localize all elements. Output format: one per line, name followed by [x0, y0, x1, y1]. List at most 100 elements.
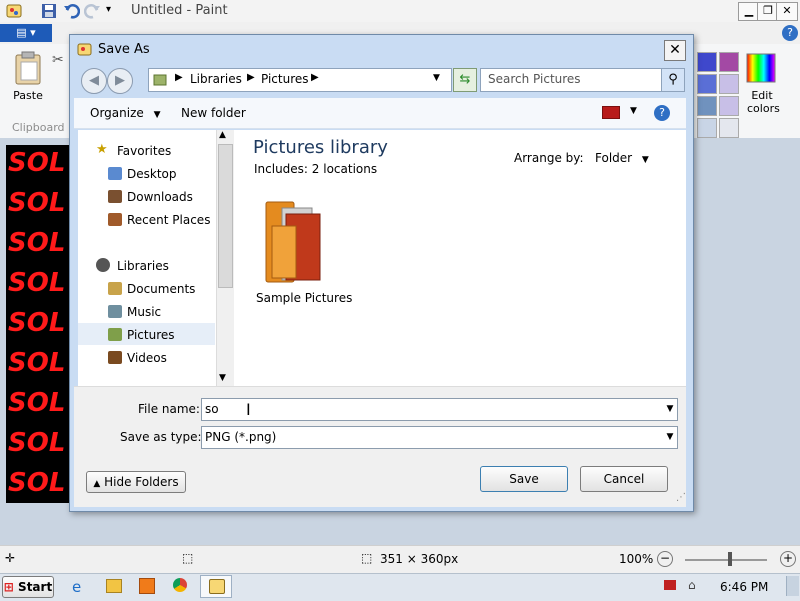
nav-favorites[interactable]: Favorites — [117, 144, 171, 158]
nav-item-pictures[interactable]: Pictures — [127, 328, 175, 342]
arrange-by-dropdown[interactable]: Folder ▼ — [595, 151, 649, 165]
color-swatch[interactable] — [719, 74, 739, 94]
save-as-type-dropdown-icon[interactable]: ▼ — [663, 427, 677, 448]
scroll-down-icon[interactable]: ▼ — [219, 373, 226, 383]
paint-menu-button[interactable]: ▤ ▾ — [0, 24, 52, 42]
scroll-up-icon[interactable]: ▲ — [219, 130, 226, 140]
close-app-button[interactable]: ✕ — [776, 2, 798, 21]
breadcrumb-pictures[interactable]: Pictures — [261, 72, 309, 86]
start-button[interactable]: ⊞ Start — [2, 576, 54, 598]
folder-sample-pictures[interactable] — [258, 196, 338, 288]
organize-button[interactable]: Organize ▼ — [90, 106, 161, 120]
color-swatch[interactable] — [719, 118, 739, 138]
file-name-dropdown-icon[interactable]: ▼ — [663, 399, 677, 420]
paste-button[interactable]: Paste — [8, 50, 48, 106]
desktop-icon — [108, 167, 122, 180]
address-chevron-icon[interactable]: ▶ — [311, 72, 319, 83]
videos-icon — [108, 351, 122, 364]
address-bar[interactable]: ▶ Libraries ▶ Pictures ▶ ▼ — [148, 68, 452, 92]
color-swatch[interactable] — [719, 52, 739, 72]
resize-grip-icon[interactable]: ⋰ — [676, 492, 686, 503]
zoom-slider-track[interactable] — [685, 559, 767, 561]
image-text: SOL — [8, 388, 66, 418]
save-icon[interactable] — [40, 2, 58, 20]
save-button[interactable]: Save — [480, 466, 568, 492]
paste-label: Paste — [13, 89, 43, 102]
color-swatch[interactable] — [719, 96, 739, 116]
cancel-button[interactable]: Cancel — [580, 466, 668, 492]
undo-icon[interactable] — [62, 2, 81, 20]
zoom-slider-thumb[interactable] — [728, 552, 732, 566]
paint-app-icon[interactable] — [5, 2, 23, 20]
nav-item-videos[interactable]: Videos — [127, 351, 167, 365]
nav-item-documents[interactable]: Documents — [127, 282, 195, 296]
nav-item-desktop[interactable]: Desktop — [127, 167, 177, 181]
hide-folders-button[interactable]: ▲ Hide Folders — [86, 471, 186, 493]
clipboard-icon — [15, 51, 41, 85]
hide-folders-label: Hide Folders — [104, 475, 179, 489]
folder-label[interactable]: Sample Pictures — [256, 291, 352, 305]
image-text: SOL — [8, 428, 66, 458]
organize-label: Organize — [90, 106, 144, 120]
chrome-icon[interactable] — [173, 578, 187, 592]
address-dropdown-icon[interactable]: ▼ — [433, 73, 440, 83]
save-as-type-value: PNG (*.png) — [205, 430, 277, 444]
save-as-type-select[interactable]: PNG (*.png) ▼ — [201, 426, 678, 449]
taskbar-paint-button[interactable] — [200, 575, 232, 598]
tray-flag-icon[interactable] — [664, 580, 676, 590]
forward-button[interactable]: ▶ — [107, 68, 133, 94]
color-swatch[interactable] — [697, 118, 717, 138]
downloads-icon — [108, 190, 122, 203]
back-button[interactable]: ◀ — [81, 68, 107, 94]
media-player-icon[interactable] — [139, 578, 155, 594]
tray-network-icon[interactable]: ⌂ — [688, 578, 696, 592]
libraries-icon — [96, 258, 110, 272]
views-icon[interactable] — [602, 106, 620, 119]
star-icon: ★ — [96, 142, 108, 157]
text-cursor-icon: I — [246, 400, 251, 419]
dialog-close-button[interactable]: ✕ — [664, 40, 686, 61]
refresh-button[interactable]: ⇆ — [453, 68, 477, 92]
show-desktop-button[interactable] — [786, 576, 799, 596]
scroll-thumb[interactable] — [218, 144, 233, 288]
new-folder-button[interactable]: New folder — [181, 106, 246, 120]
library-title: Pictures library — [253, 137, 388, 158]
zoom-level: 100% — [619, 552, 654, 566]
address-chevron-icon[interactable]: ▶ — [175, 72, 183, 83]
file-explorer-icon[interactable] — [106, 579, 122, 593]
file-name-field[interactable]: so ▼ — [201, 398, 678, 421]
library-includes[interactable]: Includes: 2 locations — [254, 162, 377, 176]
address-chevron-icon[interactable]: ▶ — [247, 72, 255, 83]
arrange-by-value: Folder — [595, 151, 633, 165]
nav-item-music[interactable]: Music — [127, 305, 161, 319]
nav-item-recent-places[interactable]: Recent Places — [127, 213, 210, 227]
internet-explorer-icon[interactable]: e — [72, 578, 81, 596]
folder-icon — [265, 201, 321, 283]
help-icon[interactable]: ? — [782, 25, 798, 41]
search-input[interactable]: Search Pictures — [480, 68, 662, 92]
zoom-in-icon[interactable]: + — [780, 551, 796, 567]
image-text: SOL — [8, 468, 66, 498]
chevron-down-icon: ▼ — [153, 110, 161, 120]
color-swatch[interactable] — [697, 96, 717, 116]
breadcrumb-libraries[interactable]: Libraries — [190, 72, 242, 86]
documents-icon — [108, 282, 122, 295]
color-swatch[interactable] — [697, 74, 717, 94]
customize-qat-icon[interactable]: ▾ — [106, 4, 111, 15]
search-icon[interactable]: ⚲ — [661, 68, 685, 92]
clock[interactable]: 6:46 PM — [720, 580, 768, 594]
color-palette[interactable] — [697, 52, 741, 138]
cut-icon[interactable]: ✂ — [52, 52, 64, 68]
library-icon — [153, 73, 167, 90]
nav-scrollbar[interactable]: ▲ ▼ — [216, 130, 234, 386]
redo-icon[interactable] — [83, 2, 102, 20]
nav-libraries[interactable]: Libraries — [117, 259, 169, 273]
nav-item-downloads[interactable]: Downloads — [127, 190, 193, 204]
views-dropdown-icon[interactable]: ▼ — [630, 106, 637, 116]
zoom-out-icon[interactable]: − — [657, 551, 673, 567]
edit-colors-button[interactable] — [745, 52, 777, 84]
color-swatch[interactable] — [697, 52, 717, 72]
dialog-help-icon[interactable]: ? — [654, 105, 670, 121]
canvas-image[interactable]: SOL SOL SOL SOL SOL SOL SOL SOL SOL — [6, 145, 72, 503]
dialog-title: Save As — [98, 42, 150, 57]
